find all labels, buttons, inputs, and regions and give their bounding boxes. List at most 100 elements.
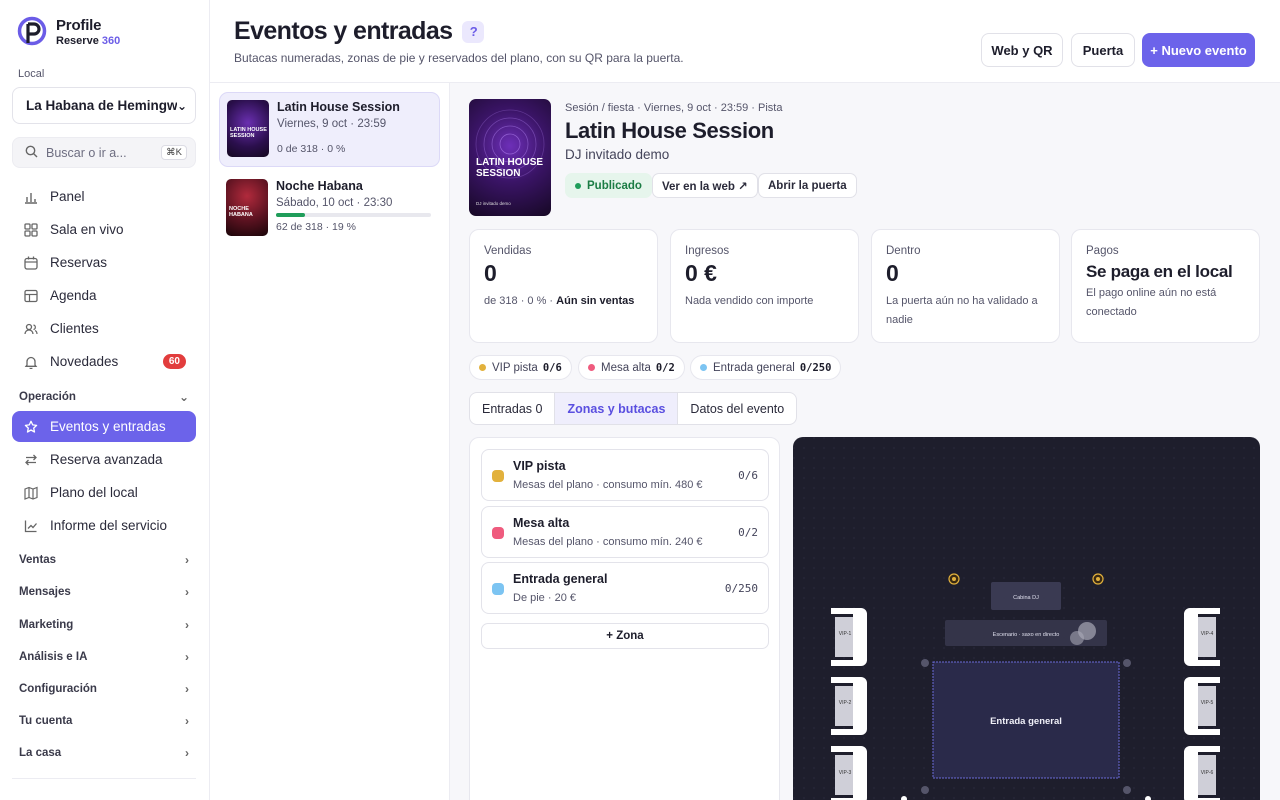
tab-datos-del-evento[interactable]: Datos del evento	[678, 393, 796, 424]
tab-zonas-y-butacas[interactable]: Zonas y butacas	[555, 393, 679, 424]
search-input[interactable]: Buscar o ir a... ⌘K	[12, 137, 196, 168]
sidebar-divider	[12, 778, 196, 779]
svg-text:VIP-5: VIP-5	[1201, 700, 1214, 706]
search-icon	[25, 145, 38, 161]
svg-text:Entrada general: Entrada general	[990, 716, 1062, 727]
chevron-right-icon: ›	[185, 585, 189, 599]
zone-chip-mesa-alta: Mesa alta 0/2	[578, 355, 685, 380]
event-card[interactable]: NOCHE HABANA Noche Habana Sábado, 10 oct…	[219, 172, 440, 247]
view-on-web-button[interactable]: Ver en la web ↗	[652, 173, 758, 198]
zones-panel: VIP pista Mesas del plano · consumo mín.…	[469, 437, 780, 800]
event-poster: LATIN HOUSE SESSION DJ invitado demo	[469, 99, 551, 216]
calendar-icon	[23, 255, 39, 271]
event-date: Viernes, 9 oct · 23:59	[277, 118, 387, 130]
event-sales: 0 de 318 · 0 %	[277, 143, 346, 155]
svg-text:Escenario · saxo en directo: Escenario · saxo en directo	[993, 632, 1060, 638]
section-configuracion[interactable]: Configuración ›	[19, 678, 189, 700]
event-name: Latin House Session	[277, 100, 400, 114]
brand-product: Reserve 360	[56, 35, 121, 47]
chevron-right-icon: ›	[185, 682, 189, 696]
sidebar-item-reserva-avanzada[interactable]: Reserva avanzada	[12, 444, 196, 475]
web-qr-button[interactable]: Web y QR	[981, 33, 1063, 67]
zone-row[interactable]: Mesa alta Mesas del plano · consumo mín.…	[481, 506, 769, 558]
chevron-down-icon: ⌄	[178, 390, 189, 404]
vip-table-right[interactable]: VIP-4 VIP-5 VIP-6	[1184, 608, 1220, 800]
chevron-right-icon: ›	[185, 650, 189, 664]
event-breadcrumb: Sesión / fiesta · Viernes, 9 oct · 23:59…	[565, 102, 783, 114]
users-icon	[23, 321, 39, 337]
chevron-right-icon: ›	[185, 618, 189, 632]
section-analisis-e-ia[interactable]: Análisis e IA ›	[19, 646, 189, 668]
puerta-button[interactable]: Puerta	[1071, 33, 1135, 67]
vip-table-left[interactable]: VIP-1 VIP-2 VIP-3	[831, 608, 867, 800]
page-header: Eventos y entradas ? Butacas numeradas, …	[210, 0, 1280, 83]
open-door-button[interactable]: Abrir la puerta	[758, 173, 857, 198]
floor-plan[interactable]: Cabina DJ Escenario · saxo en directo En…	[793, 437, 1260, 800]
swap-icon	[23, 452, 39, 468]
sidebar-item-eventos-y-entradas[interactable]: Eventos y entradas	[12, 411, 196, 442]
profile-logo-icon	[17, 16, 47, 48]
chevron-right-icon: ›	[185, 553, 189, 567]
new-event-button[interactable]: + Nuevo evento	[1142, 33, 1255, 67]
sidebar-item-clientes[interactable]: Clientes	[12, 313, 196, 344]
brand-logo[interactable]: Profile Reserve 360	[17, 16, 120, 48]
section-ventas[interactable]: Ventas ›	[19, 549, 189, 571]
stat-card-pagos: Pagos Se paga en el local El pago online…	[1071, 229, 1260, 343]
sales-progress-bar	[276, 213, 431, 217]
help-icon[interactable]: ?	[462, 20, 485, 43]
section-marketing[interactable]: Marketing ›	[19, 614, 189, 636]
local-label: Local	[18, 68, 45, 80]
sidebar-item-novedades[interactable]: Novedades 60	[12, 346, 196, 377]
sidebar-item-informe-del-servicio[interactable]: Informe del servicio	[12, 510, 196, 541]
sidebar-item-panel[interactable]: Panel	[12, 181, 196, 212]
event-thumbnail: NOCHE HABANA	[226, 179, 268, 236]
add-zone-button[interactable]: + Zona	[481, 623, 769, 649]
search-shortcut: ⌘K	[161, 145, 187, 160]
stat-card-ingresos: Ingresos 0 € Nada vendido con importe	[670, 229, 859, 343]
status-badge: Publicado	[565, 173, 652, 198]
zone-row[interactable]: Entrada general De pie · 20 € 0/250	[481, 562, 769, 614]
star-icon	[23, 419, 39, 435]
event-date: Sábado, 10 oct · 23:30	[276, 197, 393, 209]
sidebar-item-sala-en-vivo[interactable]: Sala en vivo	[12, 214, 196, 245]
page-title: Eventos y entradas ?	[234, 17, 485, 46]
sidebar-item-plano-del-local[interactable]: Plano del local	[12, 477, 196, 508]
zone-row[interactable]: VIP pista Mesas del plano · consumo mín.…	[481, 449, 769, 501]
tab-entradas[interactable]: Entradas 0	[470, 393, 556, 424]
section-mensajes[interactable]: Mensajes ›	[19, 581, 189, 603]
zone-chip-vip-pista: VIP pista 0/6	[469, 355, 572, 380]
svg-text:VIP-6: VIP-6	[1201, 770, 1214, 776]
svg-text:Cabina DJ: Cabina DJ	[1013, 595, 1039, 601]
section-la-casa[interactable]: La casa ›	[19, 742, 189, 764]
zone-chip-entrada-general: Entrada general 0/250	[690, 355, 842, 380]
svg-text:VIP-2: VIP-2	[839, 700, 852, 706]
line-chart-icon	[23, 518, 39, 534]
grid-icon	[23, 222, 39, 238]
event-subtitle: DJ invitado demo	[565, 147, 670, 162]
event-card[interactable]: LATIN HOUSE SESSION Latin House Session …	[219, 92, 440, 167]
sidebar-item-reservas[interactable]: Reservas	[12, 247, 196, 278]
section-operacion[interactable]: Operación ⌄	[19, 386, 189, 408]
sidebar: Profile Reserve 360 Local La Habana de H…	[0, 0, 210, 800]
brand-name: Profile	[56, 17, 102, 34]
event-detail: LATIN HOUSE SESSION DJ invitado demo Ses…	[450, 83, 1280, 800]
bar-chart-icon	[23, 189, 39, 205]
chevron-right-icon: ›	[185, 746, 189, 760]
sidebar-item-agenda[interactable]: Agenda	[12, 280, 196, 311]
bell-icon	[23, 354, 39, 370]
notification-badge: 60	[162, 354, 186, 369]
page-subtitle: Butacas numeradas, zonas de pie y reserv…	[234, 51, 684, 65]
local-select[interactable]: La Habana de Hemingway ⌄	[12, 87, 196, 124]
chevron-down-icon: ⌄	[176, 98, 187, 113]
event-title: Latin House Session	[565, 118, 774, 143]
event-list: LATIN HOUSE SESSION Latin House Session …	[210, 83, 450, 800]
detail-tabs: Entradas 0 Zonas y butacas Datos del eve…	[469, 392, 798, 425]
event-sales: 62 de 318 · 19 %	[276, 221, 356, 233]
table-icon	[23, 288, 39, 304]
event-thumbnail: LATIN HOUSE SESSION	[227, 100, 269, 157]
section-tu-cuenta[interactable]: Tu cuenta ›	[19, 710, 189, 732]
svg-text:VIP-3: VIP-3	[839, 770, 852, 776]
stat-card-vendidas: Vendidas 0 de 318 · 0 % · Aún sin ventas	[469, 229, 658, 343]
chevron-right-icon: ›	[185, 714, 189, 728]
svg-text:VIP-1: VIP-1	[839, 631, 852, 637]
